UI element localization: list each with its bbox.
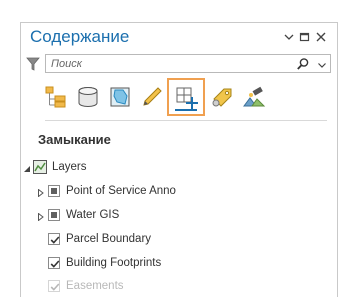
tree-label: Layers <box>52 161 87 173</box>
list-by-drawing-order-button[interactable] <box>41 80 71 114</box>
layer-label: Parcel Boundary <box>66 233 152 245</box>
layer-row[interactable]: Point of Service Anno <box>21 181 321 203</box>
close-icon[interactable] <box>313 29 329 45</box>
contents-pane: Содержание Поиск Замыкание Layers Point … <box>20 22 338 297</box>
list-by-editing-button[interactable] <box>137 80 167 114</box>
layer-label: Building Footprints <box>66 257 162 269</box>
contents-toolbar <box>35 78 325 120</box>
collapse-triangle-icon[interactable] <box>23 164 31 172</box>
layer-row[interactable]: Building Footprints <box>21 253 321 275</box>
section-title: Замыкание <box>38 132 111 147</box>
list-by-perspective-button[interactable] <box>239 80 269 114</box>
layer-checkbox[interactable] <box>48 233 60 245</box>
layer-label: Easements <box>66 280 124 292</box>
search-icon[interactable] <box>296 57 310 71</box>
list-by-selection-button[interactable] <box>105 80 135 114</box>
chevron-down-icon[interactable] <box>316 58 328 70</box>
layer-checkbox[interactable] <box>48 185 60 197</box>
restore-icon[interactable] <box>297 29 313 45</box>
list-by-perspective-icon <box>243 86 266 107</box>
list-by-drawing-order-icon <box>45 86 66 108</box>
toolbar-divider <box>45 120 327 121</box>
list-by-data-source-icon <box>78 87 98 107</box>
tree-root-layers[interactable]: Layers <box>21 157 321 179</box>
layer-row[interactable]: Water GIS <box>21 205 321 227</box>
layer-checkbox[interactable] <box>48 257 60 269</box>
chevron-down-icon[interactable] <box>281 29 297 45</box>
list-by-snapping-icon <box>176 87 198 109</box>
layer-label: Point of Service Anno <box>66 185 176 197</box>
list-by-data-source-button[interactable] <box>73 80 103 114</box>
pane-header: Содержание <box>21 23 337 53</box>
expand-triangle-icon[interactable] <box>37 188 45 198</box>
list-by-snapping-button[interactable] <box>167 78 205 116</box>
search-input[interactable] <box>51 56 279 71</box>
layer-checkbox[interactable] <box>48 280 60 292</box>
layer-row[interactable]: Easements <box>21 276 321 297</box>
layer-label: Water GIS <box>66 209 120 221</box>
list-by-labeling-icon <box>212 88 232 107</box>
pane-title: Содержание <box>30 27 130 46</box>
expand-triangle-icon[interactable] <box>37 212 45 222</box>
map-icon <box>33 160 47 174</box>
layer-row[interactable]: Parcel Boundary <box>21 229 321 251</box>
filter-icon[interactable] <box>26 56 40 72</box>
search-box[interactable] <box>45 54 331 73</box>
list-by-editing-icon <box>143 87 162 106</box>
selected-tab-indicator <box>175 109 197 111</box>
list-by-selection-icon <box>110 87 130 107</box>
layer-checkbox[interactable] <box>48 209 60 221</box>
list-by-labeling-button[interactable] <box>207 80 237 114</box>
